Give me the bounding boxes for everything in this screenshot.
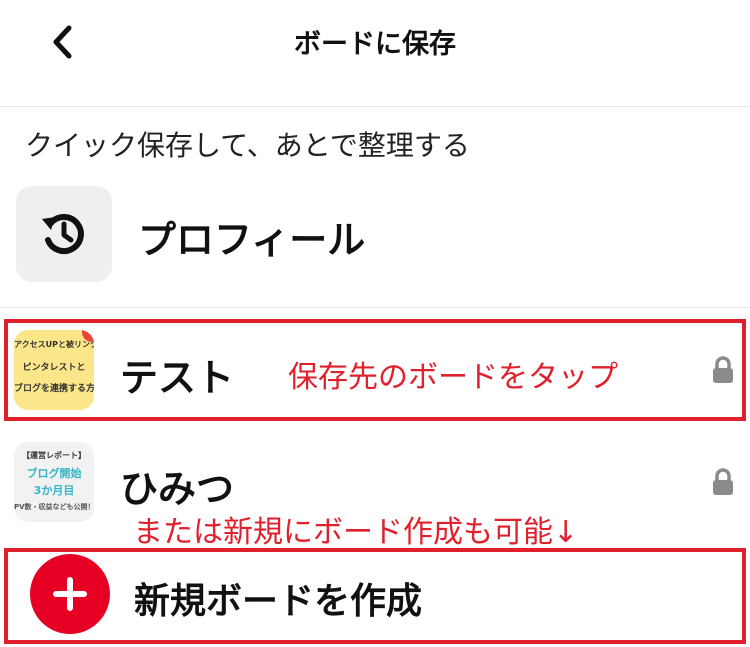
board-name: ひみつ bbox=[120, 467, 235, 511]
board-row-test[interactable]: アクセスUPと被リンク獲得 ピンタレストと ブログを連携する方 テスト 保存先の… bbox=[0, 319, 750, 421]
thumb-text: 【運営レポート】 bbox=[22, 451, 86, 460]
annotation-or-create: または新規にボード作成も可能↓ bbox=[133, 515, 579, 550]
thumb-text: ブログを連携する方 bbox=[14, 384, 94, 394]
annotation-tap-board: 保存先のボードをタップ bbox=[288, 360, 618, 395]
thumb-text: アクセスUPと被リンク獲得 bbox=[14, 340, 94, 349]
thumb-text: PV数・収益なども公開！ bbox=[14, 503, 94, 511]
history-icon bbox=[42, 214, 84, 255]
header: ボードに保存 bbox=[0, 0, 750, 107]
lock-icon bbox=[713, 356, 733, 383]
thumb-text: ブログ開始 bbox=[26, 467, 82, 480]
lock-icon bbox=[713, 468, 733, 495]
profile-label: プロフィール bbox=[138, 218, 366, 262]
board-name: テスト bbox=[120, 356, 235, 400]
plus-button bbox=[30, 554, 110, 634]
board-thumbnail: 【運営レポート】 ブログ開始 3か月目 PV数・収益なども公開！ bbox=[14, 442, 94, 522]
create-board-label: 新規ボードを作成 bbox=[134, 581, 423, 622]
quick-save-label: クイック保存して、あとで整理する bbox=[25, 129, 470, 162]
thumb-text: ピンタレストと bbox=[22, 363, 86, 373]
page-title: ボードに保存 bbox=[294, 29, 456, 60]
plus-icon bbox=[53, 577, 87, 611]
thumb-text: 3か月目 bbox=[33, 484, 75, 497]
divider bbox=[0, 307, 750, 308]
board-thumbnail: アクセスUPと被リンク獲得 ピンタレストと ブログを連携する方 bbox=[14, 330, 94, 410]
profile-icon-box bbox=[16, 186, 112, 282]
